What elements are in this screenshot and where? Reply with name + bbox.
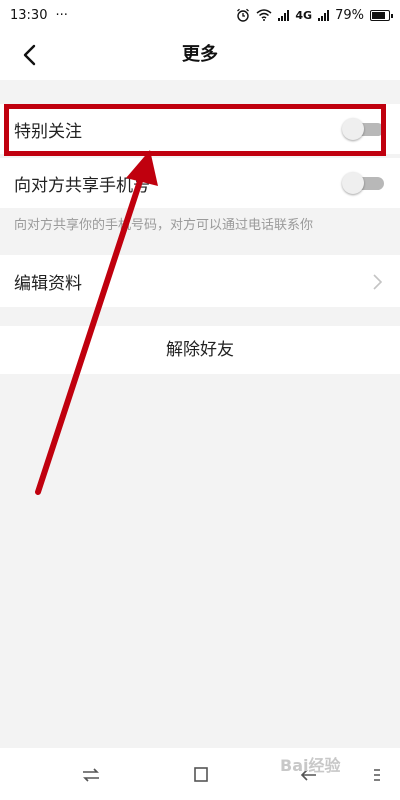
- watermark-logo: Bai经验: [280, 756, 341, 775]
- status-left: 13:30 ···: [10, 8, 68, 23]
- share-phone-label: 向对方共享手机号: [14, 175, 150, 196]
- nav-header: 更多: [0, 30, 400, 80]
- switch-icon[interactable]: [80, 764, 102, 786]
- battery-icon: [370, 9, 393, 21]
- remove-friend-button[interactable]: 解除好友: [0, 326, 400, 374]
- home-square-icon[interactable]: [190, 764, 212, 786]
- toggle-knob: [342, 172, 364, 194]
- wifi-icon: [256, 9, 272, 21]
- edit-profile-label: 编辑资料: [14, 273, 82, 294]
- network-type: 4G: [295, 8, 313, 22]
- menu-icon[interactable]: [370, 764, 384, 786]
- battery-percent: 79%: [335, 7, 364, 23]
- signal-icon-2: [318, 9, 330, 21]
- status-time: 13:30: [10, 7, 48, 23]
- signal-icon: [278, 9, 290, 21]
- status-bar: 13:30 ··· 4G 79%: [0, 0, 400, 30]
- status-right: 4G 79%: [236, 7, 393, 23]
- share-phone-hint: 向对方共享你的手机号码，对方可以通过电话联系你: [14, 218, 314, 233]
- share-phone-toggle[interactable]: [342, 172, 384, 194]
- remove-friend-label: 解除好友: [166, 340, 234, 360]
- chevron-right-icon: [373, 274, 383, 290]
- status-dots: ···: [55, 7, 68, 23]
- share-phone-row[interactable]: 向对方共享手机号: [0, 158, 400, 208]
- edit-profile-row[interactable]: 编辑资料: [0, 255, 400, 307]
- page-title: 更多: [182, 44, 218, 65]
- highlight-annotation-box: [4, 104, 386, 156]
- alarm-icon: [237, 8, 250, 22]
